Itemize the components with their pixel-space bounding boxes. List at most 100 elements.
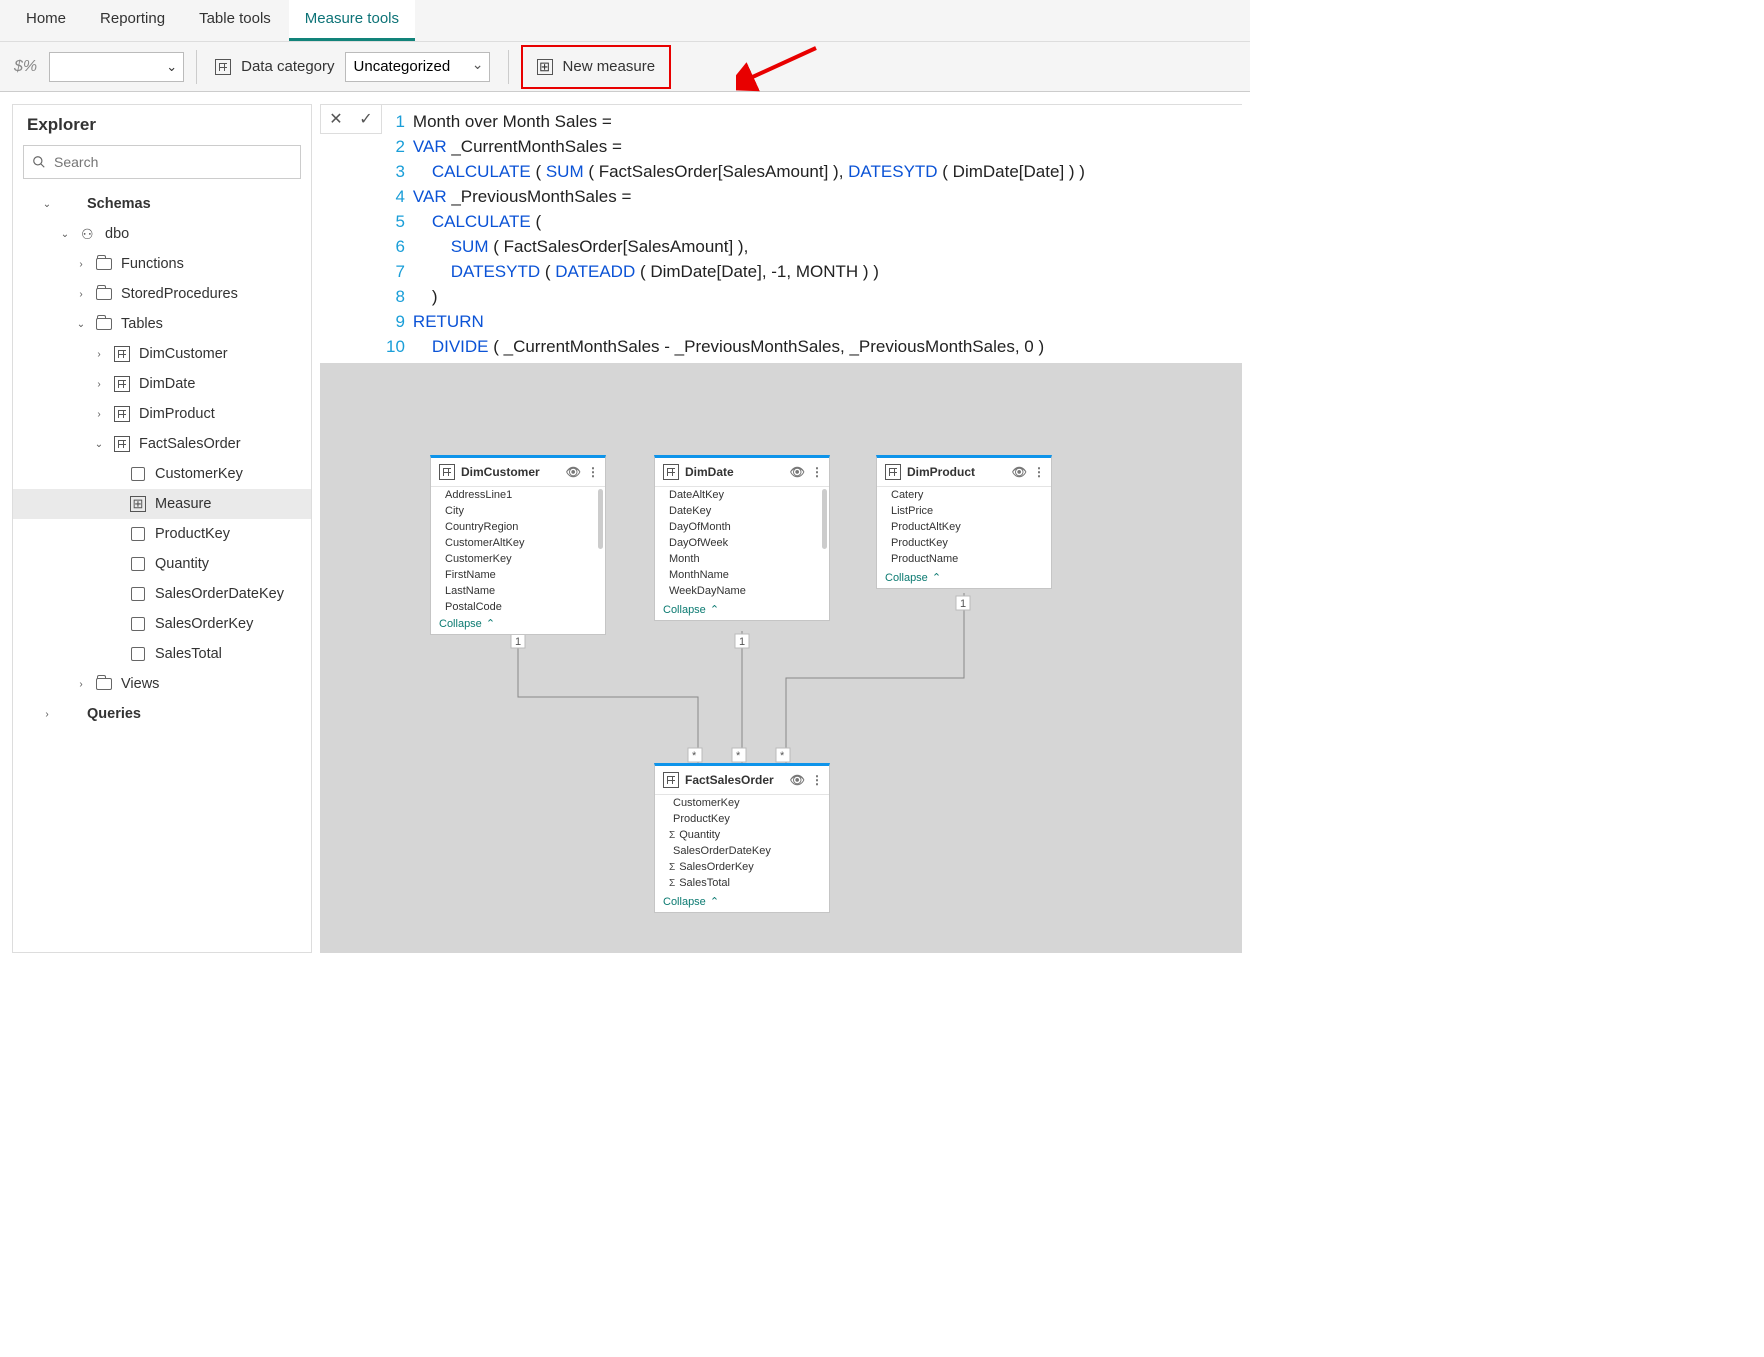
more-icon[interactable]: ⋮: [811, 465, 823, 479]
card-body: AddressLine1CityCountryRegionCustomerAlt…: [431, 487, 605, 613]
format-dropdown[interactable]: ⌄: [49, 52, 184, 82]
collapse-button[interactable]: Collapse ⌃: [431, 613, 605, 634]
card-field[interactable]: SalesOrderDateKey: [669, 843, 829, 859]
scrollbar[interactable]: [598, 489, 603, 549]
visibility-icon[interactable]: 👁: [1012, 465, 1027, 479]
tree-column-customerkey[interactable]: CustomerKey: [13, 459, 311, 489]
tree-folder-functions[interactable]: › Functions: [13, 249, 311, 279]
chevron-icon: ⌄: [75, 319, 87, 330]
card-header[interactable]: FactSalesOrder 👁 ⋮: [655, 766, 829, 795]
tree-icon: [95, 258, 113, 270]
visibility-icon[interactable]: 👁: [790, 773, 805, 787]
tree-table-dimproduct[interactable]: ›DimProduct: [13, 399, 311, 429]
card-field[interactable]: FirstName: [445, 567, 605, 583]
card-field[interactable]: CustomerKey: [445, 551, 605, 567]
card-field[interactable]: ProductKey: [669, 811, 829, 827]
new-measure-button[interactable]: New measure: [521, 45, 672, 89]
card-field[interactable]: DayOfMonth: [669, 519, 829, 535]
tree-column-salesorderkey[interactable]: SalesOrderKey: [13, 609, 311, 639]
ribbon-tab-reporting[interactable]: Reporting: [84, 0, 181, 41]
tree-table-dimcustomer[interactable]: ›DimCustomer: [13, 339, 311, 369]
tree-table-factsalesorder[interactable]: ⌄FactSalesOrder: [13, 429, 311, 459]
collapse-button[interactable]: Collapse ⌃: [655, 599, 829, 620]
ribbon-tab-home[interactable]: Home: [10, 0, 82, 41]
tree-column-salestotal[interactable]: SalesTotal: [13, 639, 311, 669]
card-header[interactable]: DimDate 👁 ⋮: [655, 458, 829, 487]
more-icon[interactable]: ⋮: [811, 773, 823, 787]
tree-column-measure[interactable]: Measure: [13, 489, 311, 519]
tree-label: Measure: [155, 496, 211, 512]
tree-column-quantity[interactable]: Quantity: [13, 549, 311, 579]
ribbon-tab-measure-tools[interactable]: Measure tools: [289, 0, 415, 41]
card-field[interactable]: ProductName: [891, 551, 1051, 567]
card-field[interactable]: WeekDayName: [669, 583, 829, 599]
collapse-button[interactable]: Collapse ⌃: [655, 891, 829, 912]
tree-schemas[interactable]: ⌄Schemas: [13, 189, 311, 219]
tree-queries[interactable]: ›Queries: [13, 699, 311, 729]
card-field[interactable]: AddressLine1: [445, 487, 605, 503]
more-icon[interactable]: ⋮: [1033, 465, 1045, 479]
card-field[interactable]: City: [445, 503, 605, 519]
tree-icon: [113, 346, 131, 362]
commit-button[interactable]: ✓: [351, 105, 381, 133]
tree-icon: [79, 227, 97, 241]
tree-column-productkey[interactable]: ProductKey: [13, 519, 311, 549]
tree-folder-tables[interactable]: ⌄Tables: [13, 309, 311, 339]
card-field[interactable]: PostalCode: [445, 599, 605, 613]
cancel-button[interactable]: ✕: [321, 105, 351, 133]
diagram-card-dimcustomer[interactable]: DimCustomer 👁 ⋮ AddressLine1CityCountryR…: [430, 455, 606, 635]
scrollbar[interactable]: [822, 489, 827, 549]
more-icon[interactable]: ⋮: [587, 465, 599, 479]
card-field[interactable]: LastName: [445, 583, 605, 599]
tree-icon: [95, 288, 113, 300]
card-field[interactable]: Month: [669, 551, 829, 567]
tree-label: Quantity: [155, 556, 209, 572]
ribbon-tabs: HomeReportingTable toolsMeasure tools: [0, 0, 1250, 42]
card-header[interactable]: DimCustomer 👁 ⋮: [431, 458, 605, 487]
tree-label: CustomerKey: [155, 466, 243, 482]
data-category-select[interactable]: Uncategorized: [345, 52, 490, 82]
card-field[interactable]: ΣQuantity: [669, 827, 829, 843]
ribbon-tab-table-tools[interactable]: Table tools: [183, 0, 287, 41]
collapse-button[interactable]: Collapse ⌃: [877, 567, 1051, 588]
card-field[interactable]: DateKey: [669, 503, 829, 519]
tree-table-dimdate[interactable]: ›DimDate: [13, 369, 311, 399]
chevron-icon: ⌄: [93, 439, 105, 450]
card-field[interactable]: DateAltKey: [669, 487, 829, 503]
card-field[interactable]: Catery: [891, 487, 1051, 503]
tree-icon: [129, 587, 147, 601]
tree-column-salesorderdatekey[interactable]: SalesOrderDateKey: [13, 579, 311, 609]
chevron-icon: ›: [75, 259, 87, 270]
data-category-label: Data category: [241, 58, 334, 75]
card-field[interactable]: MonthName: [669, 567, 829, 583]
diagram-card-factsalesorder[interactable]: FactSalesOrder 👁 ⋮ CustomerKeyProductKey…: [654, 763, 830, 913]
card-header[interactable]: DimProduct 👁 ⋮: [877, 458, 1051, 487]
explorer-title: Explorer: [13, 115, 311, 145]
card-field[interactable]: ProductAltKey: [891, 519, 1051, 535]
diagram-card-dimdate[interactable]: DimDate 👁 ⋮ DateAltKeyDateKeyDayOfMonthD…: [654, 455, 830, 621]
diagram-card-dimproduct[interactable]: DimProduct 👁 ⋮ CateryListPriceProductAlt…: [876, 455, 1052, 589]
card-field[interactable]: CustomerAltKey: [445, 535, 605, 551]
tree-folder-views[interactable]: ›Views: [13, 669, 311, 699]
card-field[interactable]: ΣSalesOrderKey: [669, 859, 829, 875]
chevron-icon: ›: [93, 379, 105, 390]
card-field[interactable]: ListPrice: [891, 503, 1051, 519]
card-field[interactable]: ProductKey: [891, 535, 1051, 551]
tree-label: ProductKey: [155, 526, 230, 542]
card-field[interactable]: CustomerKey: [669, 795, 829, 811]
tree-label: SalesOrderDateKey: [155, 586, 284, 602]
chevron-down-icon: ⌄: [166, 59, 177, 75]
tree-schema-dbo[interactable]: ⌄dbo: [13, 219, 311, 249]
visibility-icon[interactable]: 👁: [790, 465, 805, 479]
card-field[interactable]: DayOfWeek: [669, 535, 829, 551]
tree-folder-storedprocedures[interactable]: ›StoredProcedures: [13, 279, 311, 309]
formula-editor[interactable]: 12345678910 Month over Month Sales = VAR…: [382, 104, 1242, 363]
tree-label: Functions: [121, 256, 184, 272]
visibility-icon[interactable]: 👁: [566, 465, 581, 479]
card-field[interactable]: CountryRegion: [445, 519, 605, 535]
model-canvas[interactable]: 1*1*1* DimCustomer 👁 ⋮ AddressLine1CityC…: [320, 363, 1242, 953]
tree-label: Views: [121, 676, 159, 692]
card-field[interactable]: ΣSalesTotal: [669, 875, 829, 891]
card-body: DateAltKeyDateKeyDayOfMonthDayOfWeekMont…: [655, 487, 829, 599]
search-input[interactable]: [23, 145, 301, 179]
